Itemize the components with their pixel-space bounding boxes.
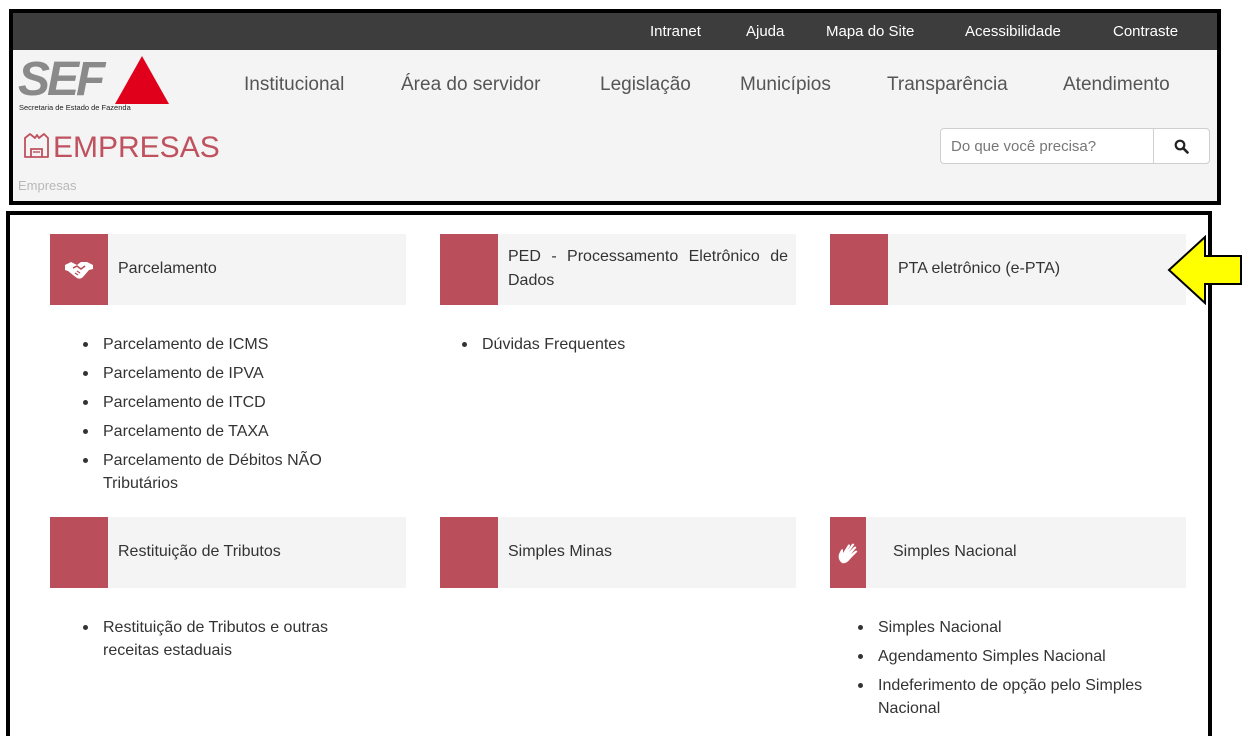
topbar-link-ajuda[interactable]: Ajuda [746, 13, 784, 50]
card-parcelamento[interactable]: Parcelamento [50, 234, 406, 305]
topbar-link-intranet[interactable]: Intranet [650, 13, 701, 50]
link-parcelamento-debitos[interactable]: Parcelamento de Débitos NÃO Tributários [103, 452, 322, 492]
restituicao-links: Restituição de Tributos e outras receita… [79, 616, 369, 668]
list-item: Agendamento Simples Nacional [854, 645, 1194, 668]
simples-nacional-links: Simples Nacional Agendamento Simples Nac… [854, 616, 1194, 726]
parcelamento-links: Parcelamento de ICMS Parcelamento de IPV… [79, 333, 379, 501]
logo-subtitle: Secretaria de Estado de Fazenda [19, 103, 131, 112]
card-title[interactable]: Restituição de Tributos [118, 540, 281, 564]
main-header: SEF Secretaria de Estado de Fazenda Inst… [13, 50, 1217, 120]
content-frame: Parcelamento Parcelamento de ICMS Parcel… [6, 211, 1212, 736]
link-restituicao-tributos[interactable]: Restituição de Tributos e outras receita… [103, 619, 328, 659]
nav-item-institucional[interactable]: Institucional [244, 50, 344, 120]
list-item: Indeferimento de opção pelo Simples Naci… [854, 674, 1188, 720]
card-simples-minas[interactable]: Simples Minas [440, 517, 796, 588]
breadcrumb[interactable]: Empresas [18, 178, 77, 193]
page-title: EMPRESAS [53, 131, 220, 164]
card-title[interactable]: Simples Minas [508, 540, 612, 564]
list-item: Parcelamento de ITCD [79, 391, 379, 414]
card-icon-box [50, 234, 108, 305]
list-item: Simples Nacional [854, 616, 1194, 639]
logo-triangle-icon [115, 56, 169, 104]
link-parcelamento-itcd[interactable]: Parcelamento de ITCD [103, 394, 266, 411]
card-icon-box [440, 517, 498, 588]
topbar-link-acessibilidade[interactable]: Acessibilidade [965, 13, 1061, 50]
list-item: Parcelamento de ICMS [79, 333, 379, 356]
page-title-area: EMPRESAS Empresas [13, 120, 1217, 201]
link-agendamento-simples[interactable]: Agendamento Simples Nacional [878, 648, 1106, 665]
utility-bar: Intranet Ajuda Mapa do Site Acessibilida… [13, 13, 1217, 50]
hand-icon [838, 543, 858, 564]
search-button[interactable] [1153, 128, 1210, 164]
card-icon-box [830, 517, 866, 588]
nav-item-atendimento[interactable]: Atendimento [1063, 50, 1170, 120]
search-form [940, 128, 1210, 164]
card-title[interactable]: Parcelamento [118, 257, 217, 281]
card-simples-nacional[interactable]: Simples Nacional [830, 517, 1186, 588]
nav-item-legislacao[interactable]: Legislação [600, 50, 691, 120]
nav-item-area-do-servidor[interactable]: Área do servidor [401, 50, 540, 120]
topbar-link-contraste[interactable]: Contraste [1113, 13, 1178, 50]
search-input[interactable] [940, 128, 1154, 164]
link-duvidas-frequentes[interactable]: Dúvidas Frequentes [482, 336, 625, 353]
link-simples-nacional[interactable]: Simples Nacional [878, 619, 1002, 636]
list-item: Parcelamento de TAXA [79, 420, 379, 443]
list-item: Dúvidas Frequentes [458, 333, 778, 356]
card-icon-box [440, 234, 498, 305]
search-icon [1174, 139, 1189, 154]
card-ped[interactable]: PED - Processamento Eletrônico de Dados [440, 234, 796, 305]
card-icon-box [50, 517, 108, 588]
link-parcelamento-icms[interactable]: Parcelamento de ICMS [103, 336, 268, 353]
site-header-frame: Intranet Ajuda Mapa do Site Acessibilida… [9, 9, 1221, 205]
sef-logo[interactable]: SEF Secretaria de Estado de Fazenda [18, 55, 178, 113]
nav-item-municipios[interactable]: Municípios [740, 50, 831, 120]
topbar-link-mapa-do-site[interactable]: Mapa do Site [826, 13, 914, 50]
logo-wordmark: SEF [18, 53, 105, 106]
card-title[interactable]: PTA eletrônico (e-PTA) [898, 257, 1060, 281]
link-indeferimento-opcao[interactable]: Indeferimento de opção pelo Simples Naci… [878, 677, 1142, 717]
building-icon [23, 132, 50, 164]
list-item: Parcelamento de Débitos NÃO Tributários [79, 449, 363, 495]
link-parcelamento-taxa[interactable]: Parcelamento de TAXA [103, 423, 269, 440]
card-title[interactable]: PED - Processamento Eletrônico de Dados [508, 245, 788, 293]
yellow-arrow-icon [1167, 235, 1242, 305]
list-item: Parcelamento de IPVA [79, 362, 379, 385]
card-title[interactable]: Simples Nacional [893, 540, 1017, 564]
card-icon-box [830, 234, 888, 305]
card-restituicao[interactable]: Restituição de Tributos [50, 517, 406, 588]
ped-links: Dúvidas Frequentes [458, 333, 778, 362]
link-parcelamento-ipva[interactable]: Parcelamento de IPVA [103, 365, 264, 382]
card-e-pta[interactable]: PTA eletrônico (e-PTA) [830, 234, 1186, 305]
list-item: Restituição de Tributos e outras receita… [79, 616, 369, 662]
handshake-icon [65, 262, 93, 279]
nav-item-transparencia[interactable]: Transparência [887, 50, 1008, 120]
